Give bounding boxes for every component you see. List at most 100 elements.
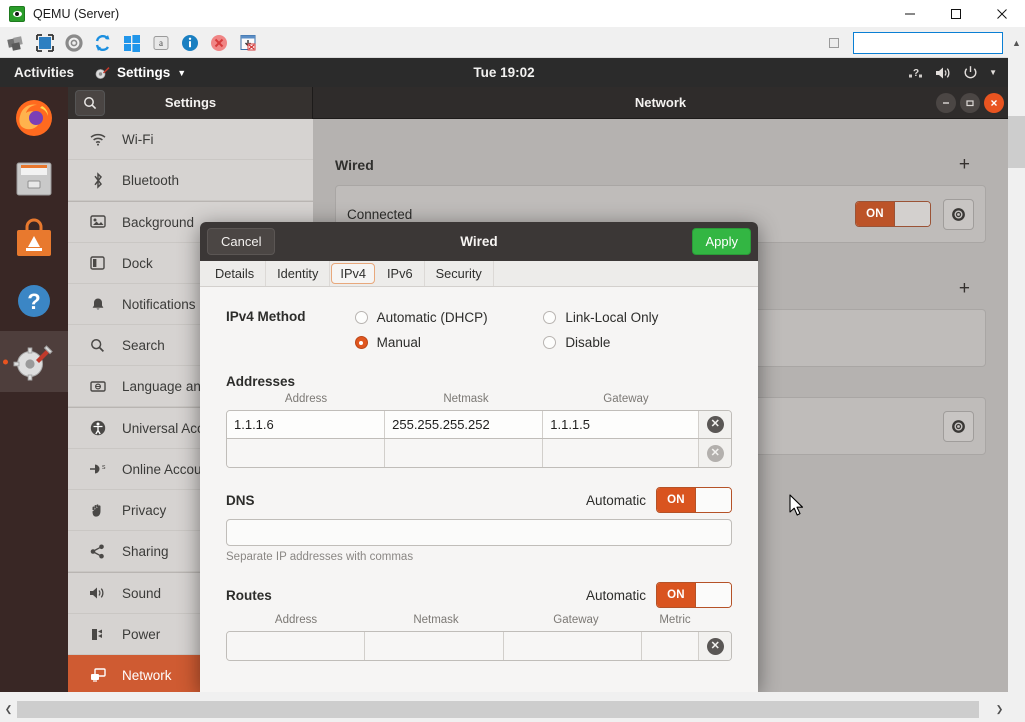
sidebar-item-bluetooth[interactable]: Bluetooth [68,160,313,201]
shutdown-icon[interactable] [206,30,232,56]
machine-icon[interactable] [3,30,29,56]
app-menu-settings[interactable]: Settings ▼ [86,65,194,81]
tab-security[interactable]: Security [425,261,494,286]
cancel-button[interactable]: Cancel [207,228,275,255]
radio-link-local-only[interactable]: Link-Local Only [543,305,732,330]
scroll-up-arrow-icon[interactable]: ▲ [1008,28,1025,58]
privacy-hand-icon [89,503,106,518]
qemu-icon [9,6,25,22]
firefox-icon [12,96,56,140]
windows-key-icon[interactable] [119,30,145,56]
delete-circle-icon: ✕ [707,638,724,655]
settings-gear-icon[interactable] [61,30,87,56]
delete-route-row-button[interactable]: ✕ [699,632,731,660]
topbar-status-area[interactable]: ? ▼ [908,65,1008,80]
radio-manual[interactable]: Manual [355,330,544,355]
svg-text:?: ? [27,289,40,314]
tertiary-settings-gear-icon[interactable] [943,411,974,442]
radio-disable[interactable]: Disable [543,330,732,355]
online-accounts-icon: s [89,462,106,476]
page-title: Network [313,95,1008,110]
radio-automatic-dhcp[interactable]: Automatic (DHCP) [355,305,544,330]
delete-address-row-button[interactable]: ✕ [699,411,731,438]
add-wired-connection-button[interactable]: + [959,158,970,172]
qemu-vertical-scrollbar-thumb[interactable] [1008,116,1025,168]
tab-ipv6[interactable]: IPv6 [376,261,425,286]
settings-header-left: Settings [68,87,313,119]
qemu-vertical-scrollbar-track[interactable] [1008,58,1025,692]
settings-sidebar-title: Settings [105,95,312,110]
reset-icon[interactable] [90,30,116,56]
netmask-input[interactable]: 255.255.255.252 [385,411,543,438]
toolbar-checkbox[interactable] [829,38,839,48]
fullscreen-icon[interactable] [32,30,58,56]
netmask-input[interactable] [385,439,543,467]
topbar-clock[interactable]: Tue 19:02 [473,65,534,80]
addresses-table: 1.1.1.6 255.255.255.252 1.1.1.5 ✕ [226,410,732,468]
sidebar-item-label: Search [122,338,165,353]
ipv4-method-column-left: Automatic (DHCP) Manual [355,305,544,355]
route-netmask-input[interactable] [365,632,503,660]
addresses-section: Addresses Address Netmask Gateway 1.1.1.… [226,374,732,468]
dock-item-files[interactable] [0,148,68,209]
dock-icon [89,256,106,270]
qemu-window-title: QEMU (Server) [33,7,119,21]
snapshot-icon[interactable] [235,30,261,56]
minimize-icon[interactable] [887,0,933,28]
scroll-left-arrow-icon[interactable]: ❮ [0,700,17,719]
address-input[interactable]: 1.1.1.6 [227,411,385,438]
table-row: ✕ [227,439,731,467]
route-metric-input[interactable] [642,632,699,660]
sidebar-item-wifi[interactable]: Wi-Fi [68,119,313,160]
dns-servers-input[interactable] [226,519,732,546]
tab-details[interactable]: Details [204,261,266,286]
sidebar-item-label: Power [122,627,160,642]
routes-automatic-toggle[interactable]: ON [656,582,732,608]
dns-hint: Separate IP addresses with commas [226,551,732,563]
qemu-horizontal-scrollbar-thumb[interactable] [17,701,979,718]
wired-settings-gear-icon[interactable] [943,199,974,230]
column-header-netmask: Netmask [366,614,506,631]
dock-item-help[interactable]: ? [0,270,68,331]
activities-button[interactable]: Activities [0,58,86,87]
route-gateway-input[interactable] [504,632,642,660]
sidebar-item-label: Background [122,215,194,230]
tab-identity[interactable]: Identity [266,261,330,286]
running-indicator-dot [3,359,8,364]
keyboard-layout-icon: ? [908,66,924,80]
grab-input-icon[interactable]: a [148,30,174,56]
gateway-input[interactable]: 1.1.1.5 [543,411,699,438]
sharing-icon [89,544,106,559]
close-icon[interactable] [984,93,1004,113]
maximize-icon[interactable] [933,0,979,28]
info-icon[interactable] [177,30,203,56]
network-icon [89,668,106,682]
radio-button-icon [355,311,368,324]
close-icon[interactable] [979,0,1025,28]
ubuntu-dock: ? [0,87,68,692]
mouse-cursor [789,494,807,523]
wired-connection-toggle[interactable]: ON [855,201,931,227]
add-connection-button-2[interactable]: + [959,282,970,296]
toolbar-text-entry[interactable] [853,32,1003,54]
apply-button[interactable]: Apply [692,228,751,255]
dns-automatic-toggle[interactable]: ON [656,487,732,513]
route-address-input[interactable] [227,632,365,660]
dock-item-ubuntu-software[interactable] [0,209,68,270]
dock-item-settings[interactable] [0,331,68,392]
table-row: ✕ [227,632,731,660]
delete-address-row-button[interactable]: ✕ [699,439,731,467]
column-header-gateway: Gateway [546,393,706,410]
qemu-horizontal-scrollbar[interactable]: ❮ ❯ [0,700,1008,719]
minimize-icon[interactable] [936,93,956,113]
dialog-tab-bar[interactable]: Details Identity IPv4 IPv6 Security [200,261,758,287]
dock-item-firefox[interactable] [0,87,68,148]
search-icon[interactable] [75,90,105,116]
qemu-horizontal-scrollbar-track[interactable] [17,700,991,719]
address-input[interactable] [227,439,385,467]
gateway-input[interactable] [543,439,699,467]
tab-ipv4[interactable]: IPv4 [331,263,375,284]
maximize-icon[interactable] [960,93,980,113]
scroll-right-arrow-icon[interactable]: ❯ [991,700,1008,719]
sidebar-item-label: Bluetooth [122,173,179,188]
